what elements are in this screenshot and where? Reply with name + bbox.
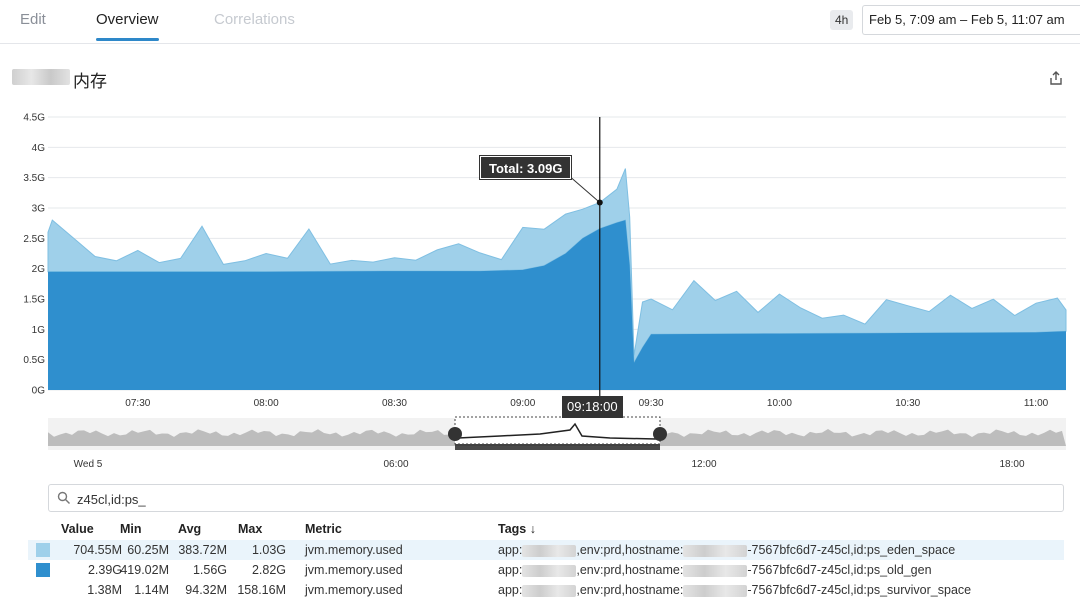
search-input[interactable] [77,489,977,509]
x-tick-label: 07:30 [125,398,150,409]
cell-avg: 94.32M [185,583,227,597]
share-icon[interactable] [1048,70,1064,86]
x-tick-label: 10:00 [767,398,792,409]
column-header-metric[interactable]: Metric [305,518,342,540]
navigator-tick-label: 12:00 [691,459,716,470]
y-tick-label: 2.5G [23,234,45,245]
x-tick-label: 09:00 [510,398,535,409]
series-color-swatch [36,583,50,597]
cell-min: 1.14M [134,583,169,597]
total-tooltip: Total: 3.09G [480,156,572,179]
navigator-tick-label: 18:00 [999,459,1024,470]
cell-min: 60.25M [127,543,169,557]
cell-value: 1.38M [87,583,122,597]
search-icon [57,491,70,504]
redacted-hostname [683,564,748,577]
x-tick-label: 11:00 [1024,398,1049,409]
cell-value: 704.55M [73,543,122,557]
column-header-min[interactable]: Min [120,518,175,540]
y-tick-label: 1.5G [23,295,45,306]
legend-table: Value Min Avg Max Metric Tags ↓ 704.55M 6… [28,518,1064,600]
column-header-value[interactable]: Value [61,518,127,540]
cell-metric: jvm.memory.used [305,543,403,557]
navigator-tick-label: 06:00 [383,459,408,470]
series-filter[interactable] [48,484,1064,512]
widget-title: 内存 [73,72,107,91]
y-tick-label: 4G [32,143,46,154]
redacted-app-name [522,544,577,557]
cell-metric: jvm.memory.used [305,563,403,577]
crosshair-dot [596,199,603,206]
navigator-selection-window[interactable] [454,416,661,445]
table-header: Value Min Avg Max Metric Tags ↓ [28,518,1064,540]
redacted-title-prefix [12,69,70,85]
cell-avg: 1.56G [192,563,227,577]
tab-overview-label: Overview [96,11,159,28]
cell-avg: 383.72M [178,543,227,557]
cell-min: 419.02M [120,563,169,577]
x-tick-label: 08:30 [382,398,407,409]
y-tick-label: 0.5G [23,355,45,366]
series-color-swatch [36,563,50,577]
table-row[interactable]: 2.39G 419.02M 1.56G 2.82G jvm.memory.used app… [28,560,1064,580]
tab-overview[interactable]: Overview [96,11,159,41]
x-tick-label: 10:30 [895,398,920,409]
cell-tags: app: ,env:prd,hostname: -7567bfc6d7-z45cl,… [498,543,956,557]
navigator-tick-label: Wed 5 [74,459,103,470]
navigator-handle-right[interactable] [653,427,667,441]
x-tick-label: 08:00 [254,398,279,409]
redacted-app-name [522,584,577,597]
time-span-badge[interactable]: 4h [830,10,854,30]
column-header-max[interactable]: Max [238,518,292,540]
cell-metric: jvm.memory.used [305,583,403,597]
x-tick-label: 09:30 [639,398,664,409]
table-row[interactable]: 1.38M 1.14M 94.32M 158.16M jvm.memory.used ap… [28,580,1064,600]
y-tick-label: 4.5G [23,113,45,124]
navigator-handle-left[interactable] [448,427,462,441]
redacted-app-name [522,564,577,577]
time-range-picker[interactable]: Feb 5, 7:09 am – Feb 5, 11:07 am [862,5,1080,35]
column-header-tags[interactable]: Tags ↓ [498,518,536,540]
tab-correlations[interactable]: Correlations [214,11,295,28]
cell-max: 2.82G [251,563,286,577]
top-bar: Edit Overview Correlations 4h Feb 5, 7:0… [0,0,1080,44]
y-tick-label: 2G [32,264,46,275]
cell-max: 1.03G [251,543,286,557]
y-tick-label: 0G [32,386,46,397]
series-color-swatch [36,543,50,557]
table-row[interactable]: 704.55M 60.25M 383.72M 1.03G jvm.memory.used… [28,540,1064,560]
cell-max: 158.16M [237,583,286,597]
y-tick-label: 3G [32,204,46,215]
cell-tags: app: ,env:prd,hostname: -7567bfc6d7-z45cl,… [498,583,972,597]
y-tick-label: 3.5G [23,173,45,184]
active-tab-indicator [96,38,159,41]
y-tick-label: 1G [32,325,46,336]
cell-value: 2.39G [87,563,122,577]
redacted-hostname [683,584,748,597]
crosshair-time-label: 09:18:00 [562,396,623,418]
column-header-avg[interactable]: Avg [178,518,234,540]
tab-edit[interactable]: Edit [20,11,46,28]
cell-tags: app: ,env:prd,hostname: -7567bfc6d7-z45cl,… [498,563,932,577]
redacted-hostname [683,544,748,557]
